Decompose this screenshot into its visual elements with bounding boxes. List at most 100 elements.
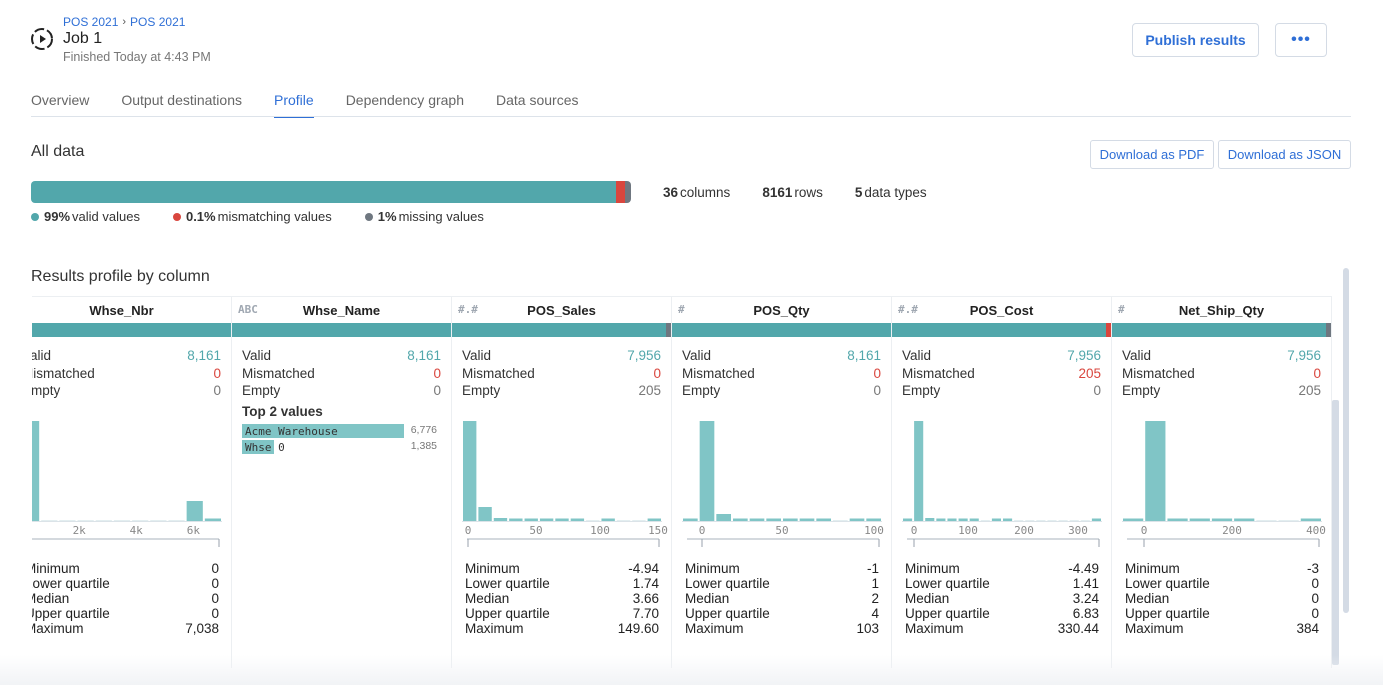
breadcrumb-link[interactable]: POS 2021 [63,15,118,29]
histogram-bar[interactable] [1189,518,1210,522]
histogram-bar[interactable] [1047,520,1057,521]
histogram-bar[interactable] [509,518,523,522]
histogram-bar[interactable] [41,520,58,521]
histogram-bar[interactable] [59,520,76,521]
histogram-bar[interactable] [1003,518,1013,522]
histogram-bar[interactable] [980,520,990,521]
histogram-bar[interactable] [1167,518,1188,522]
histogram-bar[interactable] [733,518,748,522]
histogram-bar[interactable] [849,518,865,522]
histogram-bar[interactable] [632,520,646,521]
column-profile-net-ship-qty[interactable]: # Net_Ship_Qty Valid 7,956 Mismatched 0 … [1112,296,1332,668]
histogram-bar[interactable] [925,518,935,521]
histogram-bar[interactable] [463,421,477,521]
page-scrollbar[interactable] [1343,268,1349,613]
histogram[interactable]: 0 200 400 [1122,421,1326,547]
column-header[interactable]: #.# POS_Cost [892,296,1111,323]
histogram-bar[interactable] [683,518,698,522]
histogram-bar[interactable] [783,518,798,522]
grid-scrollbar[interactable] [1332,400,1339,665]
column-header[interactable]: # Net_Ship_Qty [1112,296,1331,323]
histogram-bar[interactable] [113,520,131,521]
top-value-item[interactable]: Whse 0 1,385 [242,440,437,454]
histogram-bar[interactable] [799,518,815,522]
publish-results-button[interactable]: Publish results [1132,23,1259,57]
histogram-bar[interactable] [1300,518,1321,522]
column-profile-pos-qty[interactable]: # POS_Qty Valid 8,161 Mismatched 0 Empty… [672,296,892,668]
top-value-item[interactable]: Acme Warehouse 6,776 [242,424,437,438]
histogram-bar[interactable] [32,421,40,521]
column-profile-pos-sales[interactable]: #.# POS_Sales Valid 7,956 Mismatched 0 E… [452,296,672,668]
column-profile-whse-nbr[interactable]: # Whse_Nbr Valid 8,161 Mismatched 0 Empt… [32,296,232,668]
histogram[interactable]: 0 50 100 [682,421,884,547]
column-header[interactable]: # POS_Qty [672,296,891,323]
histogram-bar[interactable] [699,421,715,521]
column-header[interactable]: ABC Whse_Name [232,296,451,323]
histogram-bar[interactable] [204,518,221,522]
tab-overview[interactable]: Overview [31,92,89,118]
histogram-bar[interactable] [555,518,569,522]
histogram-bar[interactable] [478,507,492,521]
histogram-bar[interactable] [947,518,957,522]
histogram-bar[interactable] [1256,520,1277,521]
histogram-bar[interactable] [132,520,149,521]
column-profile-whse-name[interactable]: ABC Whse_Name Valid 8,161 Mismatched 0 E… [232,296,452,668]
histogram-bar[interactable] [570,518,585,522]
valid-segment [31,181,617,203]
histogram-bar[interactable] [749,518,765,522]
histogram[interactable]: 0 100 200 300 [902,421,1102,547]
rows-count: 8161 rows [762,185,823,200]
histogram-bar[interactable] [1278,520,1299,521]
histogram[interactable]: 0k 2k 4k 6k [32,421,222,547]
histogram-bar[interactable] [186,501,203,521]
histogram-bar[interactable] [1036,520,1046,521]
column-header[interactable]: # Whse_Nbr [32,296,231,323]
histogram-bar[interactable] [914,421,924,521]
histogram-bar[interactable] [586,520,600,521]
column-profile-grid[interactable]: # Whse_Nbr Valid 8,161 Mismatched 0 Empt… [32,296,1340,668]
histogram-bar[interactable] [77,520,94,521]
more-options-button[interactable]: ••• [1275,23,1327,57]
tab-dependency-graph[interactable]: Dependency graph [346,92,464,118]
histogram-bar[interactable] [991,518,1001,522]
histogram-bar[interactable] [1025,520,1035,521]
histogram-bar[interactable] [95,520,112,521]
histogram-bar[interactable] [524,518,538,522]
histogram-bar[interactable] [1058,520,1068,521]
tab-data-sources[interactable]: Data sources [496,92,578,118]
download-json-button[interactable]: Download as JSON [1218,140,1351,169]
histogram-bar[interactable] [1145,421,1166,521]
histogram-bar[interactable] [969,518,979,522]
histogram-bar[interactable] [1091,518,1101,522]
histogram-bar[interactable] [958,518,968,522]
histogram-bar[interactable] [936,518,946,522]
histogram-bar[interactable] [1211,518,1233,522]
histogram-bar[interactable] [647,518,661,522]
histogram-bar[interactable] [601,518,615,522]
histogram-bar[interactable] [766,518,781,522]
histogram-bar[interactable] [493,518,508,521]
histogram-bar[interactable] [716,514,731,521]
tab-output-destinations[interactable]: Output destinations [121,92,242,118]
histogram-bar[interactable] [1123,518,1144,522]
histogram-bar[interactable] [1014,520,1024,521]
histogram-bar[interactable] [1069,520,1079,521]
histogram-bar[interactable] [616,520,631,521]
column-profile-pos-cost[interactable]: #.# POS_Cost Valid 7,956 Mismatched 205 … [892,296,1112,668]
histogram[interactable]: 0 50 100 150 [462,421,668,547]
stat-value: 1 [871,576,879,591]
stat-row-maximum: Maximum 330.44 [905,621,1099,636]
histogram-bar[interactable] [150,520,167,521]
histogram-bar[interactable] [1080,520,1090,521]
column-header[interactable]: #.# POS_Sales [452,296,671,323]
tab-profile[interactable]: Profile [274,92,314,118]
histogram-bar[interactable] [1234,518,1255,522]
histogram-bar[interactable] [903,518,913,522]
histogram-bar[interactable] [168,520,185,521]
histogram-bar[interactable] [816,518,831,522]
download-pdf-button[interactable]: Download as PDF [1090,140,1214,169]
histogram-bar[interactable] [866,518,881,522]
histogram-bar[interactable] [539,518,554,522]
breadcrumb-link[interactable]: POS 2021 [130,15,185,29]
histogram-bar[interactable] [833,520,848,521]
